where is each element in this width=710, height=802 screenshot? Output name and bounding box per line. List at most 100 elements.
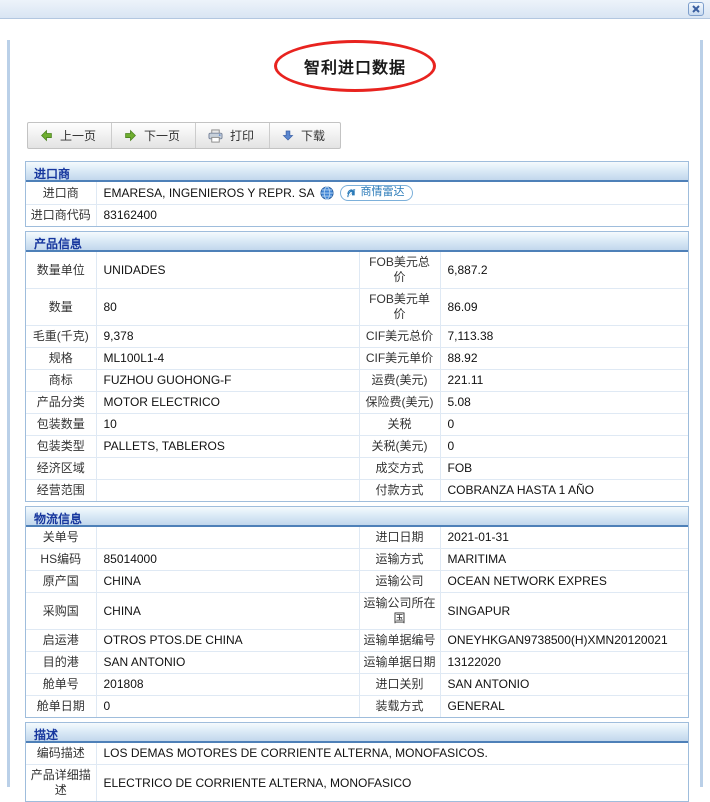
field-label: 进口商	[26, 182, 96, 205]
field-value: 2021-01-31	[440, 527, 688, 549]
field-label: 运输单据编号	[359, 630, 440, 652]
field-label: 经济区域	[26, 458, 96, 480]
field-value: 5.08	[440, 392, 688, 414]
field-value: 221.11	[440, 370, 688, 392]
field-label: 启运港	[26, 630, 96, 652]
arrow-right-icon	[124, 129, 137, 142]
field-value: 0	[440, 414, 688, 436]
table-row: 舱单日期 0 装载方式 GENERAL	[26, 696, 688, 718]
field-label: 进口日期	[359, 527, 440, 549]
field-label: 规格	[26, 348, 96, 370]
field-value: 80	[96, 289, 359, 326]
field-value: CHINA	[96, 593, 359, 630]
table-row: 规格 ML100L1-4 CIF美元单价 88.92	[26, 348, 688, 370]
table-row: 目的港 SAN ANTONIO 运输单据日期 13122020	[26, 652, 688, 674]
field-value: 0	[440, 436, 688, 458]
field-value: SAN ANTONIO	[440, 674, 688, 696]
importer-table: 进口商 EMARESA, INGENIEROS Y REPR. SA	[26, 182, 688, 226]
importer-name: EMARESA, INGENIEROS Y REPR. SA	[104, 186, 315, 201]
description-table: 编码描述 LOS DEMAS MOTORES DE CORRIENTE ALTE…	[26, 743, 688, 801]
field-label: 运输公司	[359, 571, 440, 593]
print-label: 打印	[230, 127, 254, 144]
field-label: 舱单号	[26, 674, 96, 696]
field-value: ONEYHKGAN9738500(H)XMN20120021	[440, 630, 688, 652]
title-annotation-ellipse: 智利进口数据	[274, 40, 436, 92]
field-value: COBRANZA HASTA 1 AÑO	[440, 480, 688, 502]
field-value: ML100L1-4	[96, 348, 359, 370]
field-value: OTROS PTOS.DE CHINA	[96, 630, 359, 652]
field-value: 10	[96, 414, 359, 436]
field-label: 毛重(千克)	[26, 326, 96, 348]
table-row: 毛重(千克) 9,378 CIF美元总价 7,113.38	[26, 326, 688, 348]
table-row: 经营范围 付款方式 COBRANZA HASTA 1 AÑO	[26, 480, 688, 502]
field-value: 7,113.38	[440, 326, 688, 348]
field-label: FOB美元总价	[359, 252, 440, 289]
table-row: 关单号 进口日期 2021-01-31	[26, 527, 688, 549]
arrow-left-icon	[40, 129, 53, 142]
table-row: 包装数量 10 关税 0	[26, 414, 688, 436]
field-value: LOS DEMAS MOTORES DE CORRIENTE ALTERNA, …	[96, 743, 688, 765]
table-row: 数量 80 FOB美元单价 86.09	[26, 289, 688, 326]
field-value: 83162400	[96, 205, 688, 227]
section-description: 描述 编码描述 LOS DEMAS MOTORES DE CORRIENTE A…	[25, 722, 689, 802]
field-label: 进口关别	[359, 674, 440, 696]
field-label: 数量单位	[26, 252, 96, 289]
table-row: 原产国 CHINA 运输公司 OCEAN NETWORK EXPRES	[26, 571, 688, 593]
field-value	[96, 458, 359, 480]
field-label: 运输公司所在国	[359, 593, 440, 630]
business-radar-label: 商情雷达	[360, 186, 404, 200]
table-row: 经济区域 成交方式 FOB	[26, 458, 688, 480]
field-value: MOTOR ELECTRICO	[96, 392, 359, 414]
field-value: EMARESA, INGENIEROS Y REPR. SA	[96, 182, 688, 205]
field-value: 6,887.2	[440, 252, 688, 289]
prev-page-label: 上一页	[60, 127, 96, 144]
download-button[interactable]: 下载	[270, 123, 340, 148]
field-label: HS编码	[26, 549, 96, 571]
title-area: 智利进口数据	[25, 40, 685, 110]
field-value: 85014000	[96, 549, 359, 571]
field-label: 保险费(美元)	[359, 392, 440, 414]
field-label: 编码描述	[26, 743, 96, 765]
table-row: 采购国 CHINA 运输公司所在国 SINGAPUR	[26, 593, 688, 630]
table-row: HS编码 85014000 运输方式 MARITIMA	[26, 549, 688, 571]
business-radar-badge[interactable]: 商情雷达	[340, 185, 413, 201]
field-label: 舱单日期	[26, 696, 96, 718]
field-value: SINGAPUR	[440, 593, 688, 630]
field-label: 装载方式	[359, 696, 440, 718]
field-value	[96, 527, 359, 549]
product-table: 数量单位 UNIDADES FOB美元总价 6,887.2 数量 80 FOB美…	[26, 252, 688, 501]
logistics-table: 关单号 进口日期 2021-01-31 HS编码 85014000 运输方式 M…	[26, 527, 688, 717]
section-importer: 进口商 进口商 EMARESA, INGENIEROS Y REPR. SA	[25, 161, 689, 227]
arrow-down-icon	[282, 129, 294, 142]
section-logistics-title: 物流信息	[26, 507, 688, 527]
field-label: 运输方式	[359, 549, 440, 571]
print-button[interactable]: 打印	[196, 123, 270, 148]
field-value: PALLETS, TABLEROS	[96, 436, 359, 458]
table-row: 舱单号 201808 进口关别 SAN ANTONIO	[26, 674, 688, 696]
section-product: 产品信息 数量单位 UNIDADES FOB美元总价 6,887.2 数量 80…	[25, 231, 689, 502]
section-product-title: 产品信息	[26, 232, 688, 252]
field-label: 目的港	[26, 652, 96, 674]
field-value: 86.09	[440, 289, 688, 326]
window-titlebar	[0, 0, 710, 19]
globe-icon[interactable]	[320, 186, 334, 200]
prev-page-button[interactable]: 上一页	[28, 123, 112, 148]
field-value: FUZHOU GUOHONG-F	[96, 370, 359, 392]
toolbar: 上一页 下一页 打印 下载	[27, 122, 341, 149]
field-label: 包装数量	[26, 414, 96, 436]
field-label: CIF美元单价	[359, 348, 440, 370]
field-value: MARITIMA	[440, 549, 688, 571]
close-button[interactable]	[688, 2, 704, 16]
table-row: 编码描述 LOS DEMAS MOTORES DE CORRIENTE ALTE…	[26, 743, 688, 765]
field-value: FOB	[440, 458, 688, 480]
field-label: 进口商代码	[26, 205, 96, 227]
field-label: 经营范围	[26, 480, 96, 502]
field-label: 采购国	[26, 593, 96, 630]
radar-icon	[346, 188, 357, 199]
field-label: 产品详细描述	[26, 765, 96, 802]
table-row: 启运港 OTROS PTOS.DE CHINA 运输单据编号 ONEYHKGAN…	[26, 630, 688, 652]
table-row: 包装类型 PALLETS, TABLEROS 关税(美元) 0	[26, 436, 688, 458]
table-row: 产品详细描述 ELECTRICO DE CORRIENTE ALTERNA, M…	[26, 765, 688, 802]
field-label: 成交方式	[359, 458, 440, 480]
next-page-button[interactable]: 下一页	[112, 123, 196, 148]
